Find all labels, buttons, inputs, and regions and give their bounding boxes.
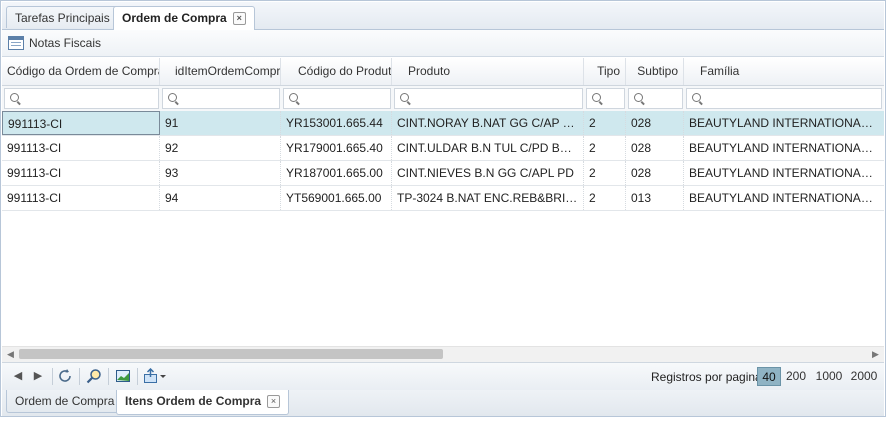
table-row[interactable]: 991113-CI 94 YT569001.665.00 TP-3024 B.N…: [2, 186, 884, 211]
cell-codigo-produto: YR187001.665.00: [281, 161, 392, 185]
page-size-200[interactable]: 200: [785, 367, 807, 386]
cell-familia: BEAUTYLAND INTERNATIONAL LIM...: [689, 191, 884, 205]
search-icon: [289, 93, 298, 102]
filter-input-id-item[interactable]: [162, 88, 280, 109]
notas-fiscais-label: Notas Fiscais: [29, 36, 102, 50]
paging-toolbar: ◀ ▶ Registros por pagina: 40 200 1000 20…: [2, 362, 884, 391]
search-icon: [400, 93, 409, 102]
tab-label: Tarefas Principais: [15, 11, 110, 25]
page-size-2000[interactable]: 2000: [849, 367, 879, 386]
filter-input-codigo-ordem[interactable]: [4, 88, 159, 109]
app-window: Tarefas Principais Ordem de Compra × Nota…: [0, 0, 886, 417]
notas-fiscais-button[interactable]: Notas Fiscais: [2, 30, 102, 56]
cell-produto: TP-3024 B.NAT ENC.REB&BRILHO: [392, 186, 584, 210]
top-tab-bar: Tarefas Principais Ordem de Compra ×: [2, 2, 884, 30]
tab-ordem-de-compra-bottom[interactable]: Ordem de Compra: [6, 390, 124, 413]
cell-tipo: 2: [584, 111, 626, 135]
filter-input-produto[interactable]: [394, 88, 583, 109]
cell-subtipo: 028: [626, 136, 684, 160]
tab-label: Ordem de Compra: [15, 394, 115, 408]
cell-tipo: 2: [584, 186, 626, 210]
column-header-id-item[interactable]: idItemOrdemCompra: [160, 58, 281, 85]
table-row[interactable]: 991113-CI 93 YR187001.665.00 CINT.NIEVES…: [2, 161, 884, 186]
page-size-40[interactable]: 40: [757, 367, 781, 386]
filter-input-familia[interactable]: [686, 88, 882, 109]
filter-input-codigo-produto[interactable]: [283, 88, 391, 109]
cell-familia: BEAUTYLAND INTERNATIONAL LIM...: [689, 166, 884, 180]
cell-id-item: 94: [160, 186, 281, 210]
cell-codigo-produto: YR179001.665.40: [281, 136, 392, 160]
divider: [79, 368, 80, 385]
filter-input-tipo[interactable]: [586, 88, 625, 109]
export-icon[interactable]: [143, 367, 167, 384]
cell-tipo: 2: [584, 136, 626, 160]
cell-codigo-ordem: 991113-CI: [2, 186, 160, 210]
close-icon[interactable]: ×: [232, 12, 246, 25]
column-header-familia[interactable]: Família: [684, 58, 884, 85]
cell-subtipo: 028: [626, 161, 684, 185]
tab-itens-ordem-de-compra[interactable]: Itens Ordem de Compra ×: [116, 390, 290, 415]
next-page-icon[interactable]: ▶: [30, 368, 46, 384]
scroll-right-arrow-icon[interactable]: ▶: [872, 349, 879, 360]
scroll-left-arrow-icon[interactable]: ◀: [7, 349, 14, 360]
divider: [137, 368, 138, 385]
search-icon: [592, 93, 601, 102]
chart-image-icon[interactable]: [115, 368, 131, 384]
column-header-tipo[interactable]: Tipo: [584, 58, 626, 85]
cell-subtipo: 028: [626, 111, 684, 135]
cell-produto: CINT.NORAY B.NAT GG C/AP PD PL: [392, 111, 584, 135]
search-icon: [692, 93, 701, 102]
cell-codigo-produto: YT569001.665.00: [281, 186, 392, 210]
previous-page-icon[interactable]: ◀: [10, 368, 26, 384]
tab-ordem-de-compra[interactable]: Ordem de Compra ×: [113, 6, 255, 30]
cell-tipo: 2: [584, 161, 626, 185]
cell-familia: BEAUTYLAND INTERNATIONAL LIM...: [689, 141, 884, 155]
scrollbar-thumb[interactable]: [19, 349, 443, 359]
table-row[interactable]: 991113-CI 91 YR153001.665.44 CINT.NORAY …: [2, 111, 884, 136]
cell-codigo-ordem: 991113-CI: [2, 161, 160, 185]
table-row[interactable]: 991113-CI 92 YR179001.665.40 CINT.ULDAR …: [2, 136, 884, 161]
close-icon[interactable]: ×: [267, 395, 281, 408]
divider: [52, 368, 53, 385]
cell-id-item: 91: [160, 111, 281, 135]
cell-produto: CINT.NIEVES B.N GG C/APL PD: [392, 161, 584, 185]
tab-label: Itens Ordem de Compra: [125, 394, 262, 408]
column-header-codigo-produto[interactable]: Código do Produto: [281, 58, 392, 85]
tab-tarefas-principais[interactable]: Tarefas Principais: [6, 6, 119, 28]
cell-codigo-ordem: 991113-CI: [2, 111, 160, 135]
filter-input-subtipo[interactable]: [628, 88, 683, 109]
filter-row: [2, 86, 884, 112]
column-header-subtipo[interactable]: Subtipo: [626, 58, 684, 85]
zoom-search-icon[interactable]: [86, 368, 102, 384]
cell-id-item: 92: [160, 136, 281, 160]
bottom-tab-bar: Ordem de Compra Itens Ordem de Compra ×: [2, 390, 884, 416]
refresh-icon[interactable]: [57, 368, 73, 384]
cell-id-item: 93: [160, 161, 281, 185]
column-header-produto[interactable]: Produto: [392, 58, 584, 85]
search-icon: [10, 93, 19, 102]
toolbar: Notas Fiscais: [2, 30, 884, 57]
divider: [108, 368, 109, 385]
grid-header: Código da Ordem de Compra idItemOrdemCom…: [2, 58, 884, 86]
cell-codigo-produto: YR153001.665.44: [281, 111, 392, 135]
cell-familia: BEAUTYLAND INTERNATIONAL LIM...: [689, 116, 884, 130]
cell-codigo-ordem: 991113-CI: [2, 136, 160, 160]
page-size-label: Registros por pagina:: [651, 370, 766, 384]
tab-label: Ordem de Compra: [122, 11, 227, 25]
search-icon: [168, 93, 177, 102]
horizontal-scrollbar[interactable]: ◀ ▶: [2, 346, 884, 362]
cell-produto: CINT.ULDAR B.N TUL C/PD BC&PLT: [392, 136, 584, 160]
page-size-1000[interactable]: 1000: [814, 367, 844, 386]
search-icon: [634, 93, 643, 102]
table-icon: [8, 36, 24, 50]
column-header-codigo-ordem[interactable]: Código da Ordem de Compra: [2, 58, 160, 85]
cell-subtipo: 013: [626, 186, 684, 210]
